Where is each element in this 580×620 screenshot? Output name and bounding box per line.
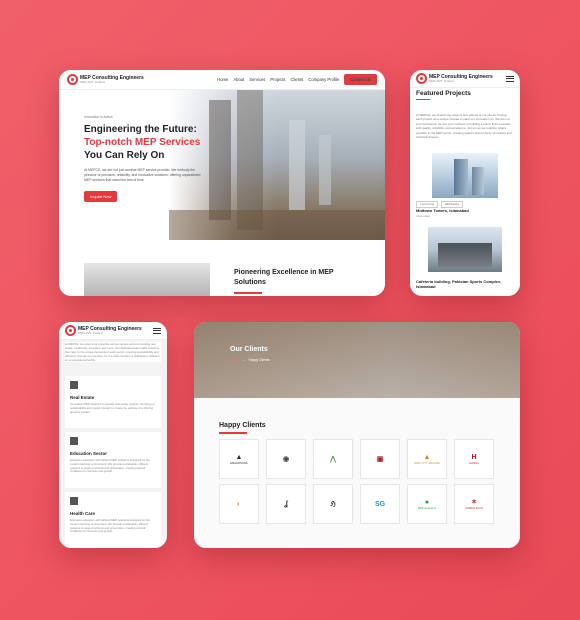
client-logo-tile[interactable]: ▲ EMAARSONS [219, 439, 259, 479]
client-logo-icon: ▣ [376, 456, 384, 463]
hamburger-menu-icon[interactable] [506, 75, 514, 82]
desktop-homepage-card: MEP Consulting Engineers SMC-PVT. Limite… [59, 70, 385, 296]
nav-clients[interactable]: Clients [291, 77, 304, 82]
hero-image [169, 90, 385, 240]
sector-card-education[interactable]: Education Sector Empower education with … [65, 432, 161, 488]
featured-title: Featured Projects [416, 90, 471, 97]
client-logo-icon: ✶ [471, 499, 477, 506]
client-logo-tile[interactable]: ⋀ [313, 439, 353, 479]
mobile-featured-card: MEP Consulting Engineers SMC-PVT. Limite… [410, 70, 520, 296]
tag[interactable]: Commercial [416, 201, 438, 208]
client-logo-tile[interactable]: ✶ AHMED ZAKA [454, 484, 494, 524]
brand-tagline: SMC-PVT. Limited [80, 79, 105, 84]
school-icon [70, 437, 78, 445]
clients-hero-title: Our Clients [230, 346, 268, 353]
brand-tagline: SMC-PVT. Limited [429, 78, 454, 83]
client-logo-icon: ℌ [330, 501, 336, 508]
hero-kicker: Innovation in Action [84, 115, 113, 119]
top-nav: MEP Consulting Engineers SMC-PVT. Limite… [59, 70, 385, 90]
client-logo-tile[interactable]: H HONDA [454, 439, 494, 479]
section-image [84, 263, 210, 296]
logo-icon [67, 74, 78, 85]
project-image[interactable] [432, 153, 498, 198]
tag[interactable]: MEP Design [440, 201, 464, 208]
mobile-nav: MEP Consulting Engineers SMC-PVT. Limite… [410, 70, 520, 88]
nav-about[interactable]: About [233, 77, 244, 82]
happy-clients-title: Happy Clients [219, 422, 266, 429]
client-logo-icon: ⋀ [330, 456, 336, 463]
happy-clients-underline [219, 432, 247, 434]
breadcrumb-home[interactable]: Home [230, 358, 239, 362]
nav-services[interactable]: Services [249, 77, 265, 82]
building-icon [70, 381, 78, 389]
hospital-icon [70, 497, 78, 505]
client-logo-tile[interactable]: ▣ [360, 439, 400, 479]
client-logo-grid: ▲ EMAARSONS ◉ ⋀ ▣ ▲ NEW CITY ARCADE H HONDA ◐ ʆ ℌ SG… [219, 439, 494, 524]
brand-tagline: SMC-PVT. Limited [78, 330, 103, 335]
project-title[interactable]: Midtown Towers, Islamabad [416, 208, 469, 213]
hero-description: At MEPCE, we are not just another MEP se… [84, 168, 201, 182]
client-logo-tile[interactable]: ʆ [266, 484, 306, 524]
featured-description: At MEPCE, we cherish the dreams and visi… [416, 113, 512, 140]
nav-company-profile[interactable]: Company Profile [308, 77, 339, 82]
client-logo-tile[interactable]: ◐ [219, 484, 259, 524]
client-logo-caption: MEP Solutions [417, 506, 437, 510]
nav-home[interactable]: Home [217, 77, 228, 82]
client-logo-tile[interactable]: ℌ [313, 484, 353, 524]
mobile-sectors-card: MEP Consulting Engineers SMC-PVT. Limite… [59, 322, 167, 548]
client-logo-icon: ● [424, 498, 430, 506]
hero-heading: Engineering the Future: Top-notch MEP Se… [84, 124, 201, 161]
nav-projects[interactable]: Projects [270, 77, 285, 82]
brand-logo[interactable]: MEP Consulting Engineers SMC-PVT. Limite… [67, 74, 144, 85]
sector-title: Real Estate [70, 395, 95, 400]
client-logo-icon: ▲ [423, 453, 431, 461]
section-underline [234, 292, 262, 294]
client-logo-icon: ▲ [235, 453, 243, 461]
sector-card-health-care[interactable]: Health Care Empower education with tailo… [65, 492, 161, 548]
sector-title: Education Sector [70, 451, 108, 456]
clients-page-card: Our Clients Home → Happy Clients Happy C… [194, 322, 520, 548]
breadcrumb-separator: → [242, 358, 246, 362]
project-image[interactable] [428, 227, 502, 272]
hamburger-menu-icon[interactable] [153, 327, 161, 334]
sector-description: Empower education with tailored MEP solu… [70, 458, 150, 474]
sector-card-real-estate[interactable]: Real Estate Innovative MEP solutions to … [65, 376, 161, 428]
client-logo-caption: EMAARSONS [230, 461, 248, 465]
client-logo-icon: ʆ [284, 500, 288, 508]
client-logo-tile[interactable]: ● MEP Solutions [407, 484, 447, 524]
breadcrumb-current: Happy Clients [248, 358, 270, 362]
client-logo-tile[interactable]: SG [360, 484, 400, 524]
client-logo-tile[interactable]: ◉ [266, 439, 306, 479]
client-logo-icon: ◐ [236, 500, 242, 508]
client-logo-icon: H [471, 453, 477, 461]
breadcrumb: Home → Happy Clients [230, 358, 270, 362]
sectors-intro: At MEPCE, we extend our expertise across… [65, 342, 161, 362]
project-location: Islamabad [416, 214, 430, 218]
client-logo-tile[interactable]: ▲ NEW CITY ARCADE [407, 439, 447, 479]
project-title[interactable]: Cafeteria building, Pakistan Sports Comp… [416, 279, 516, 289]
client-logo-caption: NEW CITY ARCADE [414, 461, 440, 465]
client-logo-icon: ◉ [282, 456, 290, 463]
client-logo-caption: HONDA [469, 461, 479, 465]
sector-title: Health Care [70, 511, 96, 516]
project-tags: Commercial MEP Design [416, 201, 464, 208]
sector-description: Empower education with tailored MEP solu… [70, 518, 150, 534]
hero-section: Innovation in Action Engineering the Fut… [59, 90, 385, 240]
section-title: Pioneering Excellence in MEP Solutions [234, 269, 334, 286]
inquire-now-button[interactable]: Inquire Now [84, 191, 118, 202]
brand-logo[interactable]: MEP Consulting Engineers SMC-PVT. Limite… [416, 73, 493, 84]
brand-logo[interactable]: MEP Consulting Engineers SMC-PVT. Limite… [65, 325, 142, 336]
client-logo-icon: SG [374, 500, 386, 508]
client-logo-caption: AHMED ZAKA [465, 507, 483, 510]
featured-underline [416, 99, 430, 101]
mobile-nav: MEP Consulting Engineers SMC-PVT. Limite… [59, 322, 167, 340]
logo-icon [65, 325, 76, 336]
sector-description: Innovative MEP solutions to elevate real… [70, 402, 155, 414]
contact-us-button[interactable]: Contact Us [344, 74, 377, 85]
logo-icon [416, 73, 427, 84]
